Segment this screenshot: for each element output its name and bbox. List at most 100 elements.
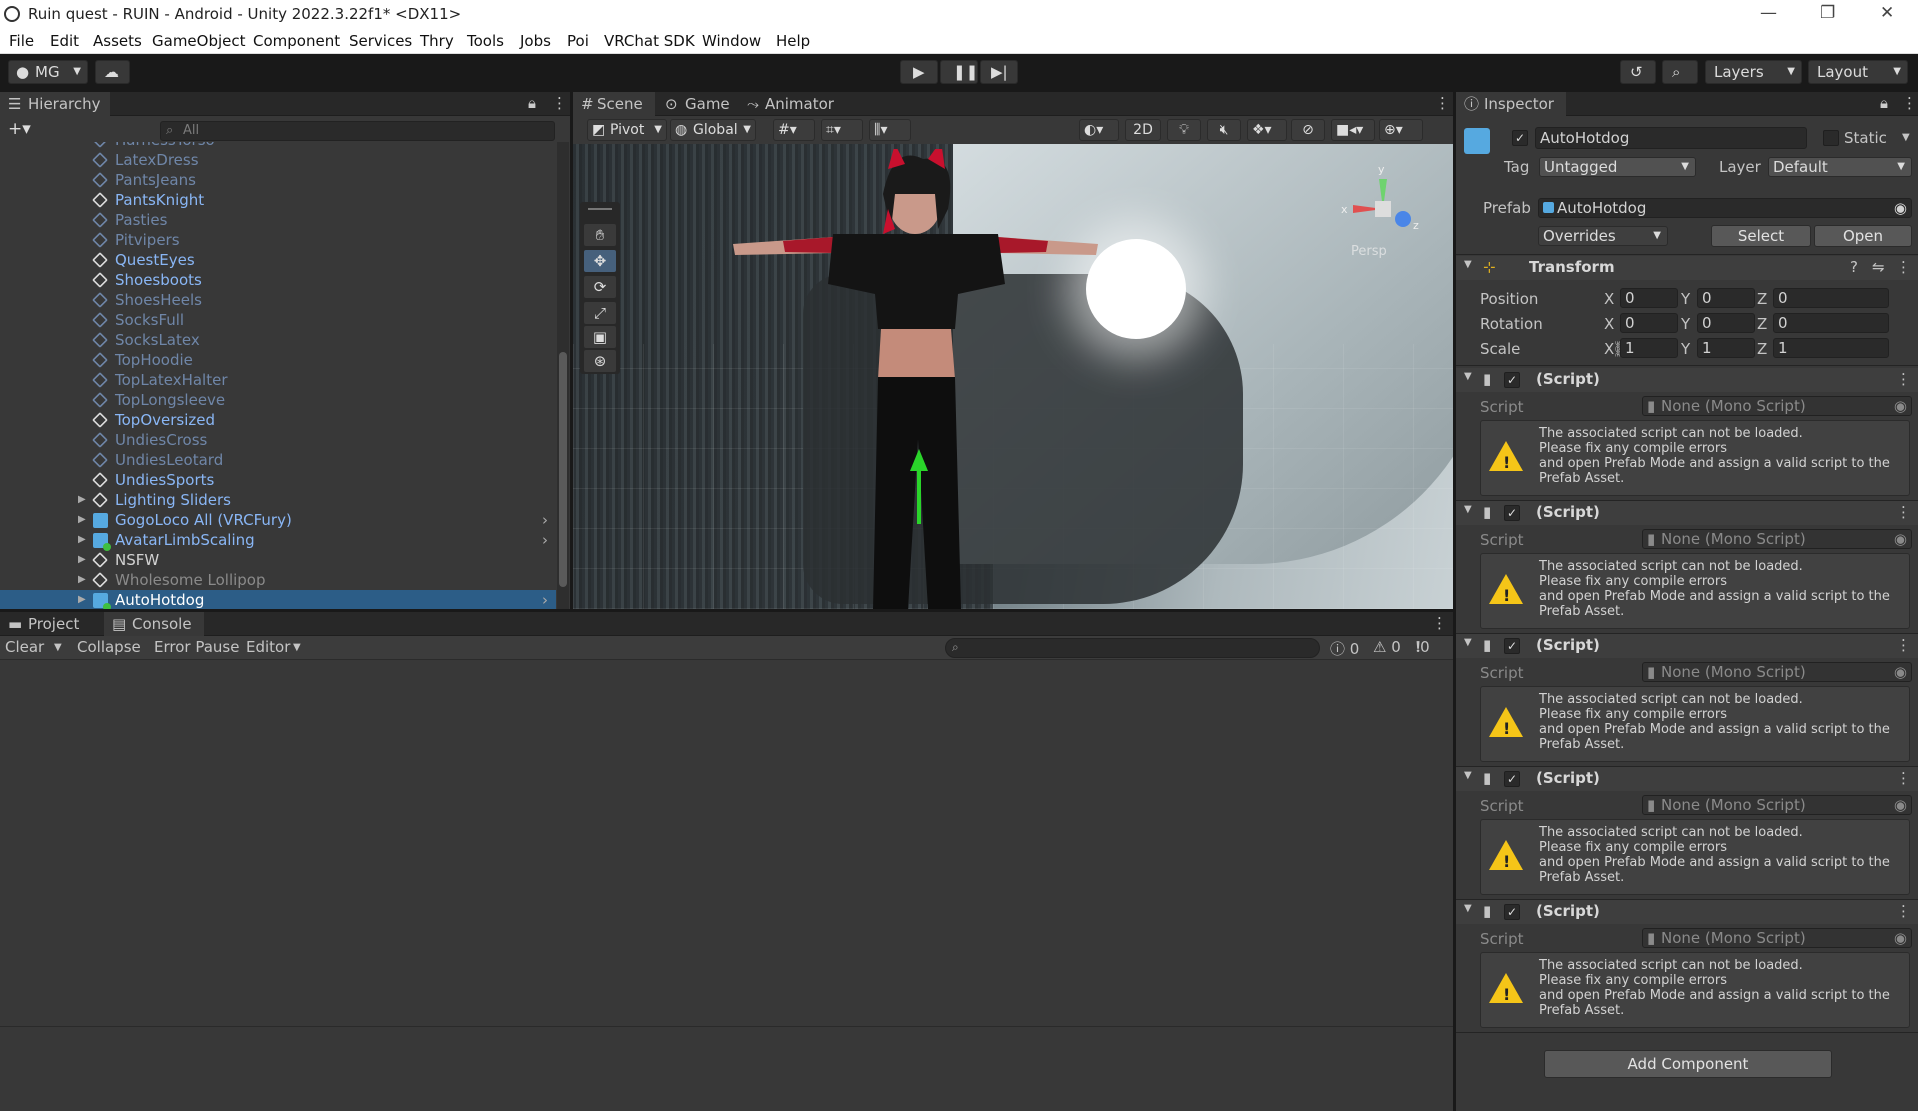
collapse-icon[interactable]: ▼ (1464, 903, 1472, 914)
clear-options-dropdown[interactable]: ▼ (54, 642, 62, 653)
log-count-toggle[interactable]: ⓘ 0 (1330, 638, 1359, 659)
add-component-button[interactable]: Add Component (1544, 1050, 1832, 1078)
hierarchy-item[interactable]: TopLongsleeve (0, 390, 556, 410)
object-picker-icon[interactable]: ◉ (1894, 199, 1907, 217)
component-menu-icon[interactable]: ⋮ (1896, 503, 1911, 521)
layer-dropdown[interactable]: Default ▼ (1768, 157, 1912, 177)
menu-window[interactable]: Window (702, 32, 761, 50)
account-dropdown[interactable]: ● MG ▼ (8, 60, 88, 84)
lighting-toggle[interactable]: 💡︎ (1167, 119, 1201, 141)
script-field[interactable]: ▮ None (Mono Script) ◉ (1642, 928, 1912, 948)
step-button[interactable]: ▶| (980, 60, 1018, 84)
script-component-header[interactable]: ▼ ▮ ✓ (Script) ⋮ (1456, 501, 1918, 525)
collapse-icon[interactable]: ▼ (1464, 504, 1472, 515)
hierarchy-item[interactable]: PantsKnight (0, 190, 556, 210)
hierarchy-scrollbar[interactable] (557, 142, 569, 609)
grid-visibility-button[interactable]: ⌗▾ (821, 119, 863, 141)
hierarchy-item[interactable]: QuestEyes (0, 250, 556, 270)
menu-vrchat-sdk[interactable]: VRChat SDK (604, 32, 695, 50)
cloud-button[interactable]: ☁ (95, 60, 130, 84)
gizmos-dropdown[interactable]: ⊕▾ (1379, 119, 1423, 141)
menu-file[interactable]: File (9, 32, 34, 50)
draw-mode-button[interactable]: ◐▾ (1079, 119, 1119, 141)
hierarchy-item[interactable]: Shoesboots (0, 270, 556, 290)
component-enabled-checkbox[interactable]: ✓ (1504, 638, 1520, 654)
menu-help[interactable]: Help (776, 32, 810, 50)
object-picker-icon[interactable]: ◉ (1894, 397, 1907, 415)
component-menu-icon[interactable]: ⋮ (1896, 370, 1911, 388)
search-button[interactable]: ⌕ (1662, 60, 1698, 84)
script-component-header[interactable]: ▼ ▮ ✓ (Script) ⋮ (1456, 767, 1918, 791)
toggle-2d-button[interactable]: 2D (1125, 119, 1161, 141)
object-picker-icon[interactable]: ◉ (1894, 929, 1907, 947)
static-dropdown[interactable]: ▼ (1902, 132, 1910, 143)
projection-label[interactable]: Persp (1351, 244, 1387, 259)
component-menu-icon[interactable]: ⋮ (1896, 636, 1911, 654)
menu-jobs[interactable]: Jobs (520, 32, 551, 50)
component-menu-icon[interactable]: ⋮ (1896, 902, 1911, 920)
expand-arrow-icon[interactable]: ▶ (78, 590, 86, 609)
effects-dropdown[interactable]: ❖▾ (1247, 119, 1287, 141)
position-y-field[interactable]: 0 (1697, 288, 1755, 308)
collapse-icon[interactable]: ▼ (1464, 637, 1472, 648)
scene-menu-icon[interactable]: ⋮ (1435, 94, 1450, 112)
tab-scene[interactable]: # Scene (573, 92, 655, 116)
hierarchy-item[interactable]: Pitvipers (0, 230, 556, 250)
pause-button[interactable]: ❚❚ (940, 60, 978, 84)
hierarchy-item[interactable]: LatexDress (0, 150, 556, 170)
avatar-model[interactable] (723, 149, 1103, 609)
grid-snap-button[interactable]: #▾ (773, 119, 815, 141)
tab-hierarchy[interactable]: ☰ Hierarchy (0, 92, 110, 116)
error-pause-button[interactable]: Error Pause (154, 638, 239, 656)
hierarchy-item[interactable]: UndiesLeotard (0, 450, 556, 470)
hierarchy-item[interactable]: ▶ Wholesome Lollipop (0, 570, 556, 590)
open-button[interactable]: Open (1814, 225, 1912, 247)
position-x-field[interactable]: 0 (1620, 288, 1678, 308)
expand-arrow-icon[interactable]: ▶ (78, 550, 86, 570)
clear-button[interactable]: Clear (5, 638, 44, 656)
hierarchy-item[interactable]: ShoesHeels (0, 290, 556, 310)
hierarchy-item[interactable]: ▶ GogoLoco All (VRCFury) › (0, 510, 556, 530)
select-button[interactable]: Select (1711, 225, 1811, 247)
editor-dropdown-arrow[interactable]: ▼ (293, 642, 301, 653)
minimize-icon[interactable]: — (1760, 3, 1777, 23)
scene-viewport[interactable]: ✋︎ ✥ ⟳ ⤢ ▣ ⊛ y x z Persp (573, 144, 1453, 609)
play-button[interactable]: ▶ (900, 60, 938, 84)
script-field[interactable]: ▮ None (Mono Script) ◉ (1642, 529, 1912, 549)
open-prefab-icon[interactable]: › (542, 530, 548, 550)
warning-count-toggle[interactable]: ⚠ 0 (1373, 638, 1401, 656)
transform-header[interactable]: ▼ ⊹ Transform ? ⇋ ⋮ (1456, 256, 1918, 280)
expand-arrow-icon[interactable]: ▶ (78, 490, 86, 510)
component-enabled-checkbox[interactable]: ✓ (1504, 904, 1520, 920)
transform-menu-icon[interactable]: ⋮ (1896, 258, 1911, 276)
hierarchy-item[interactable]: TopLatexHalter (0, 370, 556, 390)
object-name-field[interactable]: AutoHotdog (1535, 127, 1807, 149)
static-checkbox[interactable] (1823, 130, 1839, 146)
preset-icon[interactable]: ⇋ (1872, 258, 1885, 276)
rotate-tool[interactable]: ⟳ (584, 276, 616, 298)
hierarchy-item[interactable]: UndiesCross (0, 430, 556, 450)
open-prefab-icon[interactable]: › (542, 510, 548, 530)
create-button[interactable]: +▾ (8, 119, 31, 139)
console-details-divider[interactable] (0, 1026, 1453, 1027)
rotation-y-field[interactable]: 0 (1697, 313, 1755, 333)
menu-services[interactable]: Services (349, 32, 412, 50)
console-menu-icon[interactable]: ⋮ (1432, 614, 1447, 632)
hierarchy-item[interactable]: HarnessTorso (0, 142, 556, 150)
tools-drag-handle[interactable] (588, 208, 612, 210)
hierarchy-item[interactable]: Pasties (0, 210, 556, 230)
move-gizmo-y-axis[interactable] (917, 464, 921, 524)
hierarchy-item[interactable]: SocksFull (0, 310, 556, 330)
scale-tool[interactable]: ⤢ (584, 302, 616, 324)
hierarchy-item[interactable]: UndiesSports (0, 470, 556, 490)
rotation-z-field[interactable]: 0 (1773, 313, 1889, 333)
open-prefab-icon[interactable]: › (542, 590, 548, 609)
hand-tool[interactable]: ✋︎ (584, 224, 616, 246)
component-enabled-checkbox[interactable]: ✓ (1504, 771, 1520, 787)
editor-dropdown[interactable]: Editor (246, 638, 290, 656)
menu-thry[interactable]: Thry (420, 32, 454, 50)
component-menu-icon[interactable]: ⋮ (1896, 769, 1911, 787)
tab-inspector[interactable]: ⓘ Inspector (1456, 92, 1566, 116)
script-field[interactable]: ▮ None (Mono Script) ◉ (1642, 662, 1912, 682)
hierarchy-item[interactable]: TopOversized (0, 410, 556, 430)
